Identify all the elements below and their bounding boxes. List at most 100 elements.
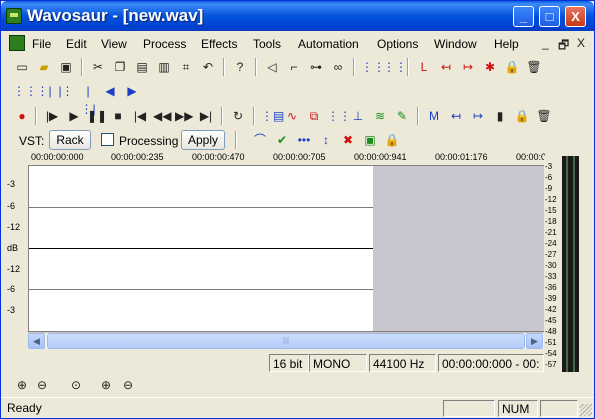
- zoom-vertical-in-icon[interactable]: ⊕: [97, 376, 115, 394]
- db-label: -36: [545, 283, 557, 292]
- marker-right-icon[interactable]: ↦: [459, 58, 477, 76]
- vst-lock-icon[interactable]: 🔒: [383, 131, 401, 149]
- loop-points-icon[interactable]: ⊶: [307, 58, 325, 76]
- eq-icon[interactable]: ≋: [371, 107, 389, 125]
- normalize-icon[interactable]: ⋮▤: [261, 107, 284, 125]
- dc-offset-icon[interactable]: ⊥: [349, 107, 367, 125]
- menu-automation[interactable]: Automation: [298, 37, 359, 51]
- menu-edit[interactable]: Edit: [66, 37, 87, 51]
- spectrum-icon[interactable]: ∿: [283, 107, 301, 125]
- scroll-right-arrow-icon[interactable]: ▶: [526, 333, 543, 349]
- rack-button[interactable]: Rack: [49, 130, 91, 150]
- horizontal-scrollbar[interactable]: ◀ ||| ▶: [28, 332, 544, 349]
- waveform-view[interactable]: [28, 165, 544, 332]
- db-label: -15: [545, 206, 557, 215]
- scroll-left-arrow-icon[interactable]: ◀: [28, 333, 45, 349]
- maximize-button[interactable]: □: [539, 6, 560, 27]
- undo-icon[interactable]: ↶: [199, 58, 217, 76]
- marker-lock-icon[interactable]: 🔒: [513, 107, 531, 125]
- fast-forward-icon[interactable]: ▶▶: [175, 107, 193, 125]
- waveform-select-icon[interactable]: ⋮⋮: [383, 58, 407, 76]
- menu-window[interactable]: Window: [434, 37, 477, 51]
- marker-m-icon[interactable]: M: [425, 107, 443, 125]
- processing-checkbox[interactable]: [101, 133, 114, 146]
- copy-icon[interactable]: ❐: [111, 58, 129, 76]
- envelope-icon[interactable]: ⌐: [285, 58, 303, 76]
- crop-icon[interactable]: ⌗: [177, 58, 195, 76]
- checkmark-icon[interactable]: ✔: [273, 131, 291, 149]
- marker-delete-icon[interactable]: ✱: [481, 58, 499, 76]
- play-from-cursor-icon[interactable]: |▶: [43, 107, 61, 125]
- link-icon[interactable]: ∞: [329, 58, 347, 76]
- skip-end-icon[interactable]: ▶|: [197, 107, 215, 125]
- curve-icon[interactable]: ⌒: [251, 131, 269, 149]
- db-label: -24: [545, 239, 557, 248]
- arrow-right-icon[interactable]: ▶: [123, 82, 141, 100]
- amplify-icon[interactable]: ⋮⋮: [327, 107, 351, 125]
- document-icon[interactable]: [9, 35, 25, 51]
- marker-icon[interactable]: L: [415, 58, 433, 76]
- node-line-icon[interactable]: •••: [295, 131, 313, 149]
- cut-icon[interactable]: ✂: [89, 58, 107, 76]
- zoom-vertical-out-icon[interactable]: ⊖: [119, 376, 137, 394]
- loop-icon[interactable]: ↻: [229, 107, 247, 125]
- rewind-icon[interactable]: ◀◀: [153, 107, 171, 125]
- paste-icon[interactable]: ▤: [133, 58, 151, 76]
- mdi-minimize-button[interactable]: _: [542, 36, 549, 50]
- mdi-restore-button[interactable]: 🗗: [558, 36, 569, 57]
- select-all-icon[interactable]: ⋮⋮: [13, 82, 37, 100]
- open-folder-icon[interactable]: ▰: [35, 58, 53, 76]
- trash-icon[interactable]: 🗑: [525, 58, 543, 76]
- menu-view[interactable]: View: [101, 37, 127, 51]
- up-down-icon[interactable]: ↕: [317, 131, 335, 149]
- zoom-fit-icon[interactable]: ⊙: [67, 376, 85, 394]
- menu-effects[interactable]: Effects: [201, 37, 237, 51]
- stop-icon[interactable]: ■: [109, 107, 127, 125]
- menu-options[interactable]: Options: [377, 37, 418, 51]
- run-icon[interactable]: ▣: [361, 131, 379, 149]
- zoom-in-icon[interactable]: ⊕: [13, 376, 31, 394]
- wavosaur-app-icon[interactable]: [6, 8, 22, 24]
- paste-special-icon[interactable]: ▥: [155, 58, 173, 76]
- menu-file[interactable]: File: [32, 37, 51, 51]
- mdi-close-button[interactable]: X: [577, 36, 585, 50]
- menu-help[interactable]: Help: [494, 37, 519, 51]
- pencil-icon[interactable]: ✎: [393, 107, 411, 125]
- fx-chain-icon[interactable]: ⧉: [305, 107, 323, 125]
- db-label: -30: [545, 261, 557, 270]
- lock-icon[interactable]: 🔒: [503, 58, 521, 76]
- save-icon[interactable]: ▣: [57, 58, 75, 76]
- close-button[interactable]: X: [565, 6, 586, 27]
- menu-process[interactable]: Process: [143, 37, 186, 51]
- scroll-thumb[interactable]: |||: [47, 333, 525, 349]
- level-meter: [562, 156, 579, 372]
- menu-tools[interactable]: Tools: [253, 37, 281, 51]
- play-icon[interactable]: ▶: [65, 107, 83, 125]
- time-ruler[interactable]: 00:00:00:000 00:00:00:235 00:00:00:470 0…: [25, 151, 545, 165]
- title-bar[interactable]: Wavosaur - [new.wav] _ □ X: [1, 1, 594, 31]
- db-label: -3: [7, 305, 16, 315]
- apply-button[interactable]: Apply: [181, 130, 225, 150]
- marker-prev-icon[interactable]: ↤: [447, 107, 465, 125]
- select-start-icon[interactable]: ⋮|: [35, 82, 53, 100]
- speaker-icon[interactable]: ◁: [263, 58, 281, 76]
- skip-start-icon[interactable]: |◀: [131, 107, 149, 125]
- new-file-icon[interactable]: ▭: [13, 58, 31, 76]
- waveform-icon[interactable]: ⋮⋮: [361, 58, 385, 76]
- marker-next-icon[interactable]: ↦: [469, 107, 487, 125]
- resize-grip-icon[interactable]: [580, 404, 592, 416]
- minimize-button[interactable]: _: [513, 6, 534, 27]
- right-db-scale: -3 -6 -9 -12 -15 -18 -21 -24 -27 -30 -33…: [544, 156, 562, 372]
- arrow-left-icon[interactable]: ◀: [101, 82, 119, 100]
- toolbar-separator: [353, 58, 355, 76]
- marker-left-icon[interactable]: ↤: [437, 58, 455, 76]
- marker-block-icon[interactable]: ▮: [491, 107, 509, 125]
- select-between-icon[interactable]: |⋮|: [79, 82, 97, 116]
- zoom-out-icon[interactable]: ⊖: [33, 376, 51, 394]
- select-end-icon[interactable]: |⋮: [57, 82, 75, 100]
- delete-x-icon[interactable]: ✖: [339, 131, 357, 149]
- record-icon[interactable]: ●: [13, 107, 31, 125]
- marker-trash-icon[interactable]: 🗑: [535, 107, 553, 125]
- help-icon[interactable]: ?: [231, 58, 249, 76]
- pause-icon[interactable]: ❚❚: [87, 107, 107, 125]
